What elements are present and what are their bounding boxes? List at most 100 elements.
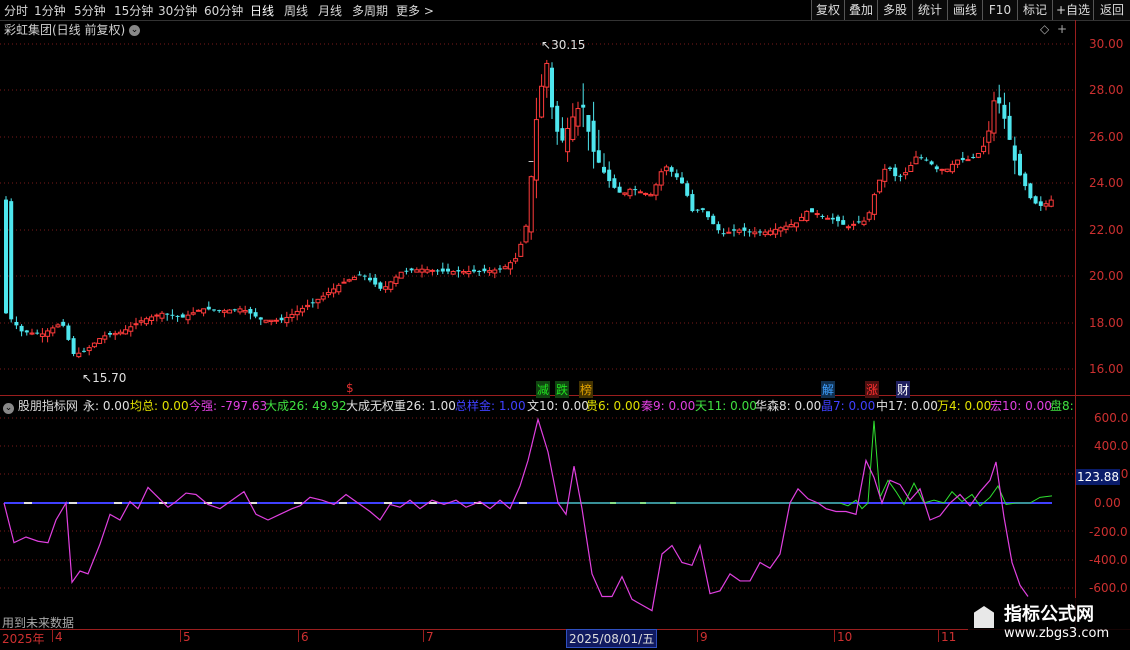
- candle-body: [934, 166, 939, 170]
- candle-body: [373, 277, 378, 285]
- signal-marker[interactable]: $: [345, 381, 355, 395]
- price-label: 18.00: [1089, 316, 1124, 330]
- low-value: 15.70: [92, 371, 127, 385]
- candle-body: [66, 325, 71, 340]
- candle-body: [908, 165, 914, 172]
- signal-marker[interactable]: 跌: [555, 381, 570, 398]
- candle-body: [898, 175, 903, 177]
- price-label: 22.00: [1089, 223, 1124, 237]
- candle-body: [362, 275, 367, 277]
- candle-body: [997, 97, 1002, 104]
- candle-body: [315, 298, 321, 304]
- candle-body: [810, 208, 814, 213]
- candle-body: [742, 227, 747, 231]
- price-label: 26.00: [1089, 130, 1124, 144]
- candle-body: [539, 85, 545, 118]
- candle-body: [1012, 145, 1017, 161]
- candle-body: [108, 332, 112, 335]
- candle-body: [170, 314, 175, 316]
- candle-body: [856, 221, 861, 223]
- indicator-chart[interactable]: [0, 400, 1075, 630]
- candle-body: [242, 310, 248, 313]
- signal-marker[interactable]: 财: [896, 381, 911, 398]
- candle-body: [986, 130, 992, 143]
- candle-body: [960, 157, 965, 161]
- candle-body: [965, 159, 971, 162]
- signal-marker[interactable]: 减: [536, 381, 551, 398]
- candle-body: [700, 208, 705, 210]
- candle-body: [877, 179, 883, 193]
- candle-body: [123, 329, 129, 335]
- candle-body: [627, 188, 633, 197]
- candle-body: [669, 167, 674, 172]
- candle-body: [716, 224, 721, 231]
- candle-body: [1033, 196, 1038, 204]
- candle-body: [814, 213, 820, 216]
- candle-body: [102, 335, 108, 340]
- candle-body: [368, 277, 372, 281]
- candle-body: [602, 166, 606, 173]
- candle-body: [528, 176, 534, 233]
- candle-body: [981, 145, 987, 153]
- candle-body: [591, 120, 596, 152]
- candle-body: [550, 67, 554, 108]
- candle-body: [622, 192, 628, 195]
- candle-body: [820, 215, 825, 217]
- candle-body: [695, 209, 700, 211]
- signal-marker[interactable]: 解: [821, 381, 836, 398]
- candle-body: [690, 194, 695, 212]
- date-tick: [938, 630, 939, 642]
- candle-body: [617, 186, 622, 193]
- candle-body: [643, 192, 649, 195]
- candle-body: [185, 314, 191, 321]
- candle-body: [726, 231, 732, 234]
- candle-body: [263, 319, 269, 323]
- candle-body: [258, 317, 263, 320]
- price-label: 20.00: [1089, 269, 1124, 283]
- candle-body: [128, 326, 134, 332]
- signal-marker[interactable]: 涨: [865, 381, 880, 398]
- candle-body: [758, 231, 762, 233]
- candle-body: [9, 201, 14, 320]
- candle-body: [919, 157, 924, 159]
- candle-body: [45, 330, 51, 337]
- candle-body: [175, 315, 180, 317]
- watermark-title: 指标公式网: [1004, 604, 1094, 625]
- candle-body: [871, 194, 877, 215]
- date-year-label: 2025年: [2, 632, 45, 646]
- date-month-label: 11: [941, 630, 957, 644]
- candle-body: [866, 212, 872, 220]
- candle-body: [767, 230, 773, 236]
- candlestick-chart[interactable]: [0, 20, 1075, 400]
- candle-body: [596, 150, 601, 163]
- date-month-label: 10: [837, 630, 853, 644]
- candle-body: [165, 313, 170, 315]
- indicator-line: [560, 420, 1053, 510]
- candle-body: [612, 178, 617, 188]
- date-month-label: 6: [301, 630, 309, 644]
- candle-body: [783, 225, 789, 230]
- candle-body: [518, 243, 524, 257]
- candle-body: [310, 302, 315, 304]
- current-value-badge: 123.88: [1076, 469, 1120, 485]
- candle-body: [949, 163, 955, 173]
- price-label: 24.00: [1089, 176, 1124, 190]
- candle-body: [663, 166, 669, 172]
- candle-body: [279, 317, 284, 321]
- candle-body: [61, 321, 66, 326]
- candle-body: [472, 269, 476, 272]
- candle-body: [195, 309, 201, 312]
- candle-body: [955, 159, 961, 165]
- candle-body: [893, 167, 898, 177]
- candle-body: [284, 316, 290, 324]
- candle-body: [736, 229, 742, 233]
- future-data-note: 用到未来数据: [2, 616, 75, 630]
- candle-body: [221, 310, 227, 313]
- candle-body: [466, 271, 472, 275]
- signal-marker[interactable]: 榜: [579, 381, 594, 398]
- candle-body: [294, 310, 300, 316]
- candle-body: [721, 233, 726, 235]
- candle-body: [450, 271, 456, 275]
- candle-body: [190, 312, 196, 315]
- candle-body: [586, 115, 591, 132]
